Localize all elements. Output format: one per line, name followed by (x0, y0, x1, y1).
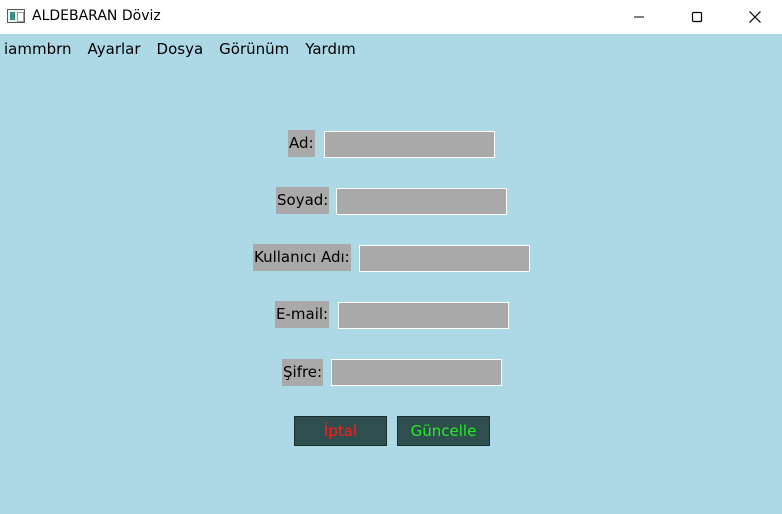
cancel-button[interactable]: İptal (294, 416, 387, 446)
last-name-input[interactable] (336, 188, 507, 215)
menu-item-user[interactable]: iammbrn (4, 40, 72, 58)
email-label: E-mail: (275, 301, 330, 328)
menu-item-file[interactable]: Dosya (157, 40, 204, 58)
menu-item-help[interactable]: Yardım (305, 40, 356, 58)
minimize-icon (634, 16, 644, 18)
username-input[interactable] (359, 245, 530, 272)
menu-item-view[interactable]: Görünüm (219, 40, 289, 58)
app-window: ALDEBARAN Döviz iammbrn Ayarlar Dosya Gö… (0, 0, 782, 514)
menu-bar: iammbrn Ayarlar Dosya Görünüm Yardım (0, 34, 372, 64)
menu-item-settings[interactable]: Ayarlar (88, 40, 141, 58)
update-button[interactable]: Güncelle (397, 416, 490, 446)
password-input[interactable] (331, 359, 502, 386)
first-name-input[interactable] (324, 131, 495, 158)
title-bar[interactable]: ALDEBARAN Döviz (0, 0, 782, 34)
first-name-label: Ad: (288, 130, 315, 157)
client-area: iammbrn Ayarlar Dosya Görünüm Yardım Ad:… (0, 34, 782, 514)
email-input[interactable] (338, 302, 509, 329)
maximize-icon (691, 11, 703, 23)
last-name-label: Soyad: (276, 187, 330, 214)
window-title: ALDEBARAN Döviz (32, 8, 161, 24)
close-icon (749, 11, 761, 23)
maximize-button[interactable] (668, 0, 726, 34)
close-button[interactable] (726, 0, 782, 34)
minimize-button[interactable] (610, 0, 668, 34)
password-label: Şifre: (282, 359, 324, 386)
app-window-icon (7, 9, 25, 23)
username-label: Kullanıcı Adı: (253, 244, 351, 271)
